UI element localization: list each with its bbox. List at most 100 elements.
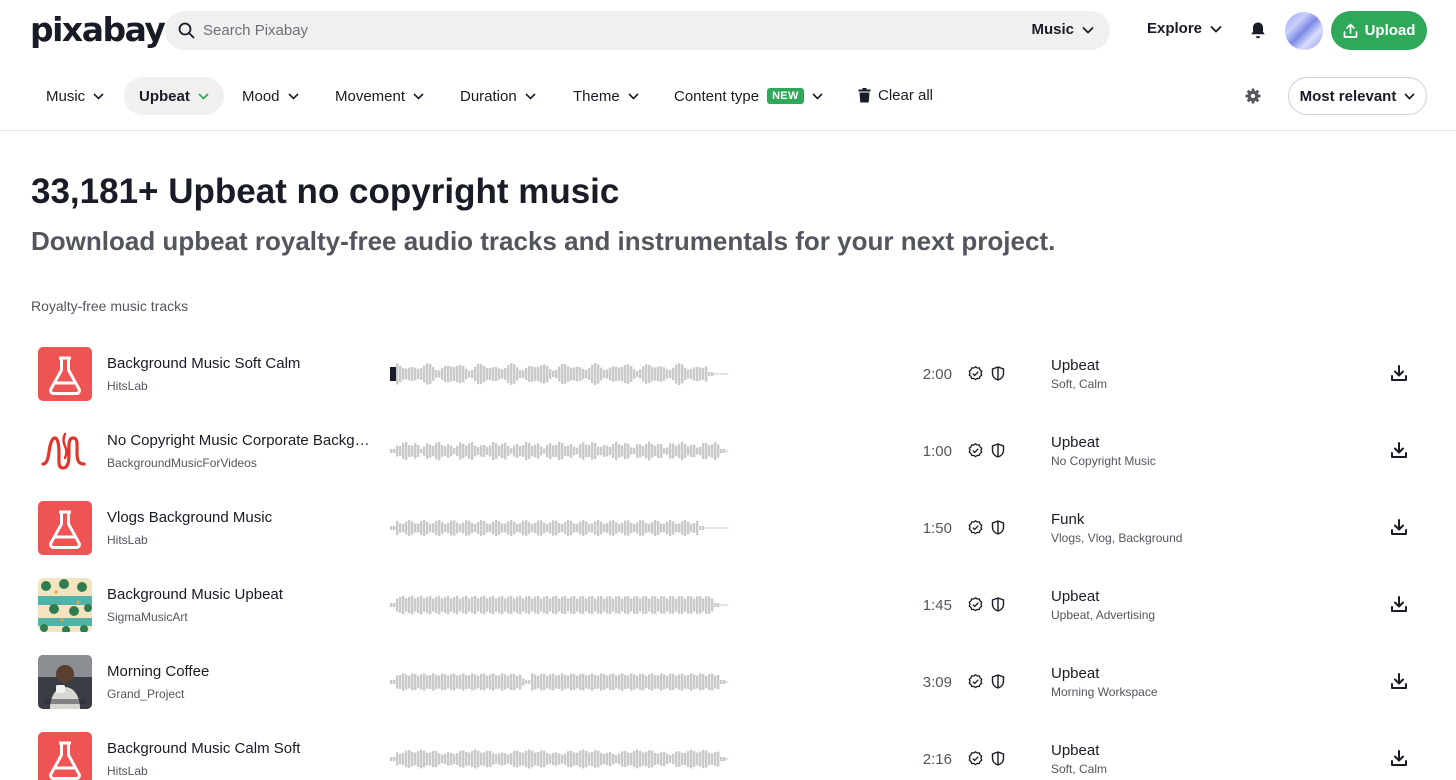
track-title[interactable]: Morning Coffee	[107, 663, 209, 680]
user-avatar[interactable]	[1285, 12, 1323, 50]
waveform-bar	[417, 523, 420, 533]
track-thumbnail[interactable]	[38, 655, 92, 709]
waveform-bar	[717, 373, 720, 375]
waveform-bar	[708, 752, 711, 766]
track-title[interactable]: Vlogs Background Music	[107, 509, 272, 526]
waveform-bar	[711, 598, 714, 612]
verified-badge-icon[interactable]	[968, 520, 983, 535]
waveform-bar	[696, 675, 699, 689]
filter-content-type[interactable]: Content type NEW	[659, 77, 838, 115]
search-scope-dropdown[interactable]: Music	[1031, 21, 1094, 38]
pixabay-logo[interactable]: pixabay	[30, 12, 166, 48]
waveform-bar	[477, 447, 480, 455]
waveform-bar	[483, 595, 486, 615]
waveform-bar	[480, 363, 483, 385]
download-icon[interactable]	[1390, 595, 1408, 613]
track-genre[interactable]: Upbeat	[1051, 588, 1099, 605]
sort-dropdown[interactable]: Most relevant	[1288, 77, 1427, 115]
track-title[interactable]: Background Music Calm Soft	[107, 740, 300, 757]
shield-icon[interactable]	[991, 674, 1005, 689]
shield-icon[interactable]	[991, 443, 1005, 458]
waveform[interactable]	[390, 359, 730, 389]
track-thumbnail[interactable]	[38, 578, 92, 632]
waveform-bar	[447, 522, 450, 534]
track-title[interactable]: No Copyright Music Corporate Background	[107, 432, 372, 449]
track-artist[interactable]: Grand_Project	[107, 687, 184, 701]
track-thumbnail[interactable]	[38, 732, 92, 780]
waveform-bar	[486, 367, 489, 381]
waveform[interactable]	[390, 667, 730, 697]
track-row[interactable]: Vlogs Background Music HitsLab 1:50 Funk…	[0, 488, 1456, 565]
filter-music[interactable]: Music	[31, 77, 119, 115]
download-icon[interactable]	[1390, 364, 1408, 382]
track-row[interactable]: Background Music Calm Soft HitsLab 2:16 …	[0, 719, 1456, 780]
verified-badge-icon[interactable]	[968, 597, 983, 612]
verified-badge-icon[interactable]	[968, 751, 983, 766]
gear-icon[interactable]	[1245, 88, 1261, 104]
download-icon[interactable]	[1390, 441, 1408, 459]
track-row[interactable]: Background Music Soft Calm HitsLab 2:00 …	[0, 334, 1456, 411]
waveform-bar	[564, 521, 567, 535]
download-icon[interactable]	[1390, 518, 1408, 536]
waveform-bar	[546, 444, 549, 458]
waveform-bar	[441, 445, 444, 457]
filter-upbeat[interactable]: Upbeat	[124, 77, 224, 115]
download-icon[interactable]	[1390, 749, 1408, 767]
notification-bell-icon[interactable]	[1249, 21, 1267, 40]
waveform-bar	[486, 523, 489, 533]
waveform-bar	[468, 520, 471, 536]
filter-duration[interactable]: Duration	[445, 77, 551, 115]
waveform-bar	[582, 520, 585, 536]
shield-icon[interactable]	[991, 366, 1005, 381]
download-icon[interactable]	[1390, 672, 1408, 690]
track-row[interactable]: Morning Coffee Grand_Project 3:09 Upbeat…	[0, 642, 1456, 719]
verified-badge-icon[interactable]	[968, 443, 983, 458]
track-genre[interactable]: Upbeat	[1051, 434, 1099, 451]
waveform-bar	[636, 522, 639, 534]
waveform[interactable]	[390, 590, 730, 620]
track-artist[interactable]: BackgroundMusicForVideos	[107, 456, 257, 470]
waveform-bar	[630, 598, 633, 612]
verified-badge-icon[interactable]	[968, 366, 983, 381]
track-genre[interactable]: Upbeat	[1051, 665, 1099, 682]
search-bar[interactable]: Music	[165, 11, 1110, 50]
waveform-bar	[702, 674, 705, 690]
clear-all-button[interactable]: Clear all	[858, 87, 933, 104]
track-row[interactable]: Background Music Upbeat SigmaMusicArt 1:…	[0, 565, 1456, 642]
filter-theme[interactable]: Theme	[558, 77, 654, 115]
track-artist[interactable]: SigmaMusicArt	[107, 610, 188, 624]
track-artist[interactable]: HitsLab	[107, 764, 148, 778]
track-title[interactable]: Background Music Upbeat	[107, 586, 283, 603]
track-thumbnail[interactable]	[38, 501, 92, 555]
waveform-bar	[468, 675, 471, 689]
track-genre[interactable]: Upbeat	[1051, 742, 1099, 759]
shield-icon[interactable]	[991, 520, 1005, 535]
track-artist[interactable]: HitsLab	[107, 379, 148, 393]
waveform-bar	[597, 520, 600, 536]
waveform-bar	[660, 523, 663, 533]
search-icon	[178, 22, 195, 39]
waveform-bar	[717, 444, 720, 458]
verified-badge-icon[interactable]	[968, 674, 983, 689]
shield-icon[interactable]	[991, 597, 1005, 612]
shield-icon[interactable]	[991, 751, 1005, 766]
waveform-bar	[639, 369, 642, 379]
track-genre[interactable]: Upbeat	[1051, 357, 1099, 374]
track-thumbnail[interactable]	[38, 347, 92, 401]
filter-movement[interactable]: Movement	[320, 77, 439, 115]
filter-mood[interactable]: Mood	[227, 77, 314, 115]
track-artist[interactable]: HitsLab	[107, 533, 148, 547]
track-genre[interactable]: Funk	[1051, 511, 1084, 528]
waveform[interactable]	[390, 513, 730, 543]
track-row[interactable]: No Copyright Music Corporate Background …	[0, 411, 1456, 488]
waveform-bar	[597, 750, 600, 768]
search-input[interactable]	[203, 11, 1003, 50]
waveform-bar	[594, 674, 597, 690]
explore-menu[interactable]: Explore	[1147, 20, 1222, 37]
waveform[interactable]	[390, 744, 730, 774]
waveform-bar	[444, 446, 447, 456]
waveform[interactable]	[390, 436, 730, 466]
track-thumbnail[interactable]	[38, 424, 92, 478]
upload-button[interactable]: Upload	[1331, 11, 1427, 50]
track-title[interactable]: Background Music Soft Calm	[107, 355, 300, 372]
